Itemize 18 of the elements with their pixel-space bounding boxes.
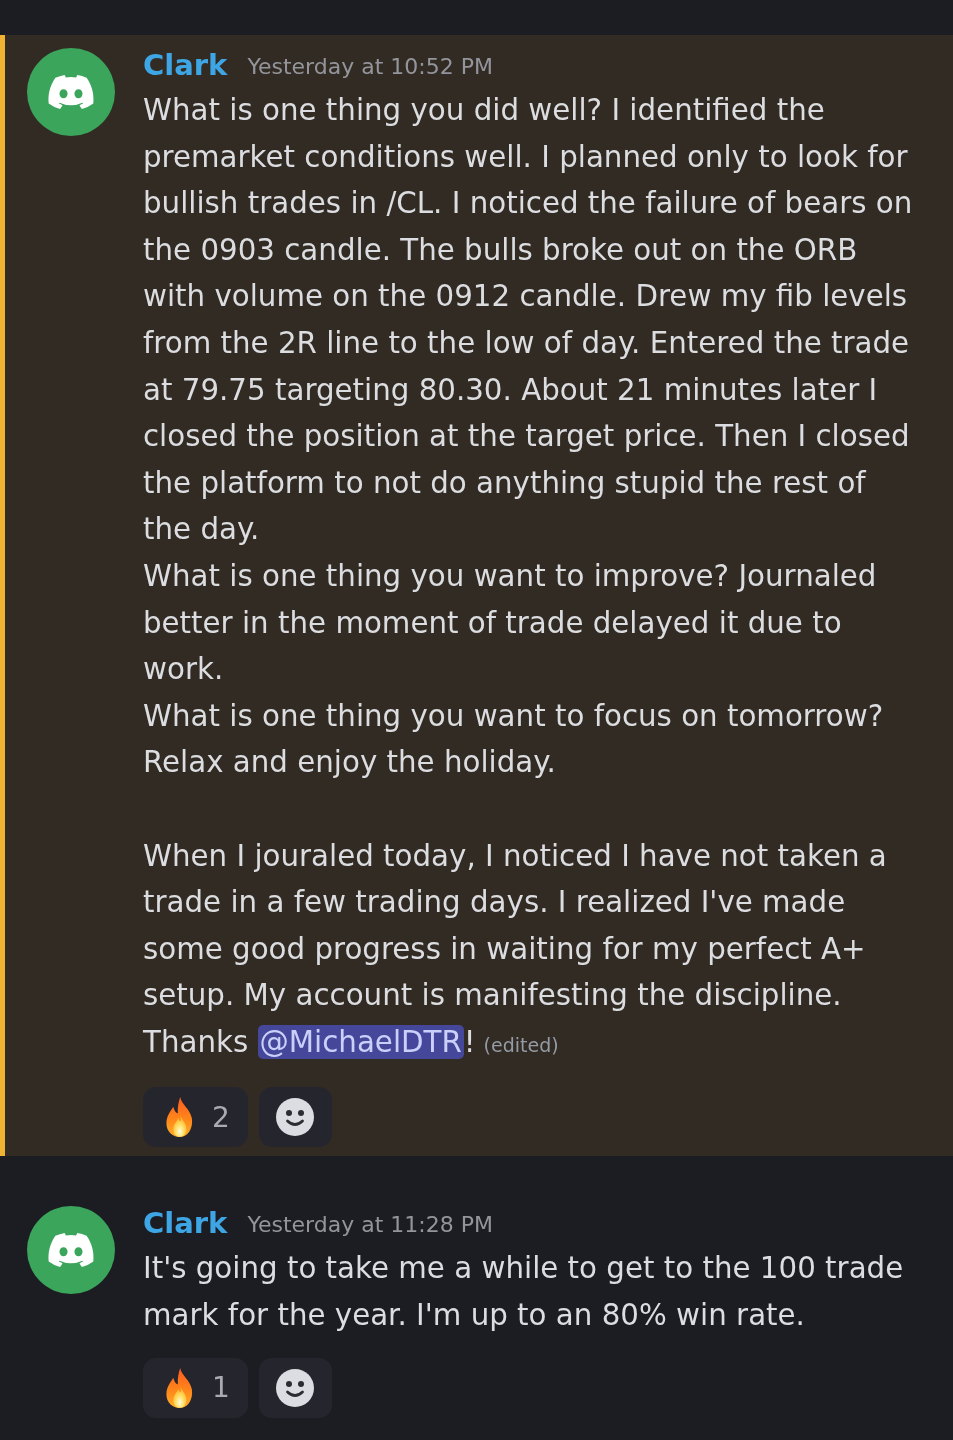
fire-icon <box>164 1097 195 1138</box>
fire-icon <box>164 1367 195 1408</box>
smiley-icon <box>276 1368 315 1407</box>
username[interactable]: Clark <box>143 1205 228 1242</box>
add-reaction-button[interactable] <box>258 1357 332 1418</box>
reaction-button[interactable]: 2 <box>143 1087 248 1148</box>
message-text: It's going to take me a while to get to the 100 trade mark for the year. I'm up to an 80% win rate. <box>143 1250 905 1335</box>
mention-link[interactable]: @MichaelDTR <box>257 1024 464 1059</box>
username[interactable]: Clark <box>143 47 228 83</box>
timestamp: Yesterday at 11:28 PM <box>247 1211 493 1240</box>
avatar-icon[interactable] <box>27 48 115 136</box>
avatar-icon[interactable] <box>27 1206 115 1295</box>
message-text: What is one thing you did well? I identified the premarket conditions well. I planned only to look for bullish trades in /CL. I noticed the failure of bears on the 0903 candle. The bulls broke out on the ORB with volume on the 0912 candle. Drew my fib levels from the 2R line to the low of day. Entered the trade at 79.75 targeting 80.30. About 21 minutes later I closed the position at the target price. Then I closed the platform to not do anything stupid the rest of the day. What is one thing you want to improve? Journaled better in the moment of trade delayed it due to work. What is one thing you want to focus on tomorrow? Relax and enjoy the holiday. When I jouraled today, I noticed I have not taken a trade in a few trading days. I realized I've made some good progress in waiting for my perfect A+ setup. My account is manifesting the discipline. Thanks @MichaelDTR! (edited) <box>143 92 914 1061</box>
add-reaction-button[interactable] <box>258 1087 332 1148</box>
reaction-button[interactable]: 1 <box>143 1357 248 1418</box>
edited-label: (edited) <box>483 1033 559 1056</box>
timestamp: Yesterday at 10:52 PM <box>247 53 493 81</box>
smiley-icon <box>276 1098 315 1137</box>
